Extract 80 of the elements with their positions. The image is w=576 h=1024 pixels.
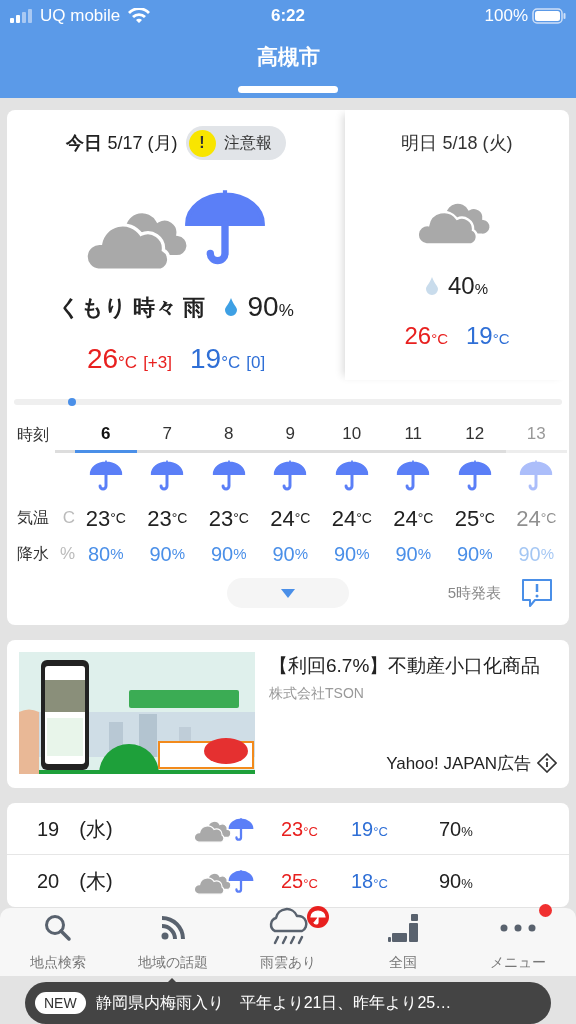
high-temp: 23°C [281,816,319,842]
umbrella-icon [150,458,185,492]
precip-cell-text: 90% [210,542,247,567]
city-title: 高槻市 [256,43,320,70]
ad-advertiser: 株式会社TSON [269,684,365,703]
wifi-icon [128,8,151,24]
hour-tab[interactable]: 10 [321,417,383,453]
umbrella-icon [211,458,246,492]
low-temp-diff: [0] [246,352,266,374]
precip-chance: 90% [438,869,473,894]
search-icon [43,914,72,942]
precip-chance: 40% [447,271,488,301]
umbrella-icon [228,815,254,842]
high-temp: 26°C [86,342,138,376]
temp-cell-text: C [62,507,75,530]
feedback-icon[interactable] [521,578,553,608]
ad-sponsor: Yahoo! JAPAN広告 [386,752,531,775]
umbrella-icon [273,458,308,492]
hour-tab[interactable]: 7 [136,417,198,453]
hour-tab[interactable]: 11 [382,417,444,453]
precip-cell-text: 80% [87,542,124,567]
tomorrow-date: 明日 5/18 (火) [401,132,513,155]
battery-icon [532,8,566,24]
precip-cell-text: 90% [518,542,555,567]
news-headline: 静岡県内梅雨入り 平年より21日、昨年より25… [95,993,452,1013]
row-label: 時刻 [17,425,50,445]
more-icon [500,924,537,932]
low-temp: 19°C [466,321,510,351]
weather-condition: くもり 時々 雨 [58,293,206,322]
high-temp: 25°C [281,869,319,894]
raindrop-icon [425,277,438,295]
precip-chance: 70% [438,816,473,842]
battery-percent: 100% [484,5,528,28]
precip-cell-text: 90% [272,542,309,567]
hour-tab[interactable]: 12 [444,417,506,453]
nav-tab[interactable]: 全国 [345,908,461,979]
signal-icon [10,9,34,23]
caret-down-icon [281,588,295,598]
precip-cell-text: % [59,543,75,566]
hour-tab[interactable]: 8 [198,417,260,453]
info-icon[interactable] [537,753,557,774]
today-date: 今日 5/17 (月) [66,131,178,155]
warning-badge[interactable]: ! 注意報 [185,126,286,160]
low-temp: 19°C [351,816,389,842]
row-label: 降水 [17,544,50,564]
low-temp: 18°C [351,869,389,894]
high-temp: 26°C [404,321,448,351]
new-tag: NEW [35,992,86,1014]
issued-time: 5時発表 [447,582,501,603]
row-label: 気温 [17,508,50,528]
clock-time: 6:22 [271,5,305,28]
raindrop-icon [225,298,238,316]
hour-tab[interactable]: 9 [259,417,321,453]
daily-row[interactable]: 20 (木) 25°C 18°C 90% [7,855,569,907]
precip-chance: 90% [247,290,294,324]
umbrella-icon [334,458,369,492]
precip-cell-text: 90% [149,542,186,567]
precip-cell-text: 90% [333,542,370,567]
precip-cell-text: 90% [456,542,493,567]
umbrella-icon [396,458,431,492]
ad-card[interactable]: 【利回6.7%】不動産小口化商品 株式会社TSON Yahoo! JAPAN広告 [7,640,569,788]
feed-icon [159,915,186,941]
nav-tab[interactable]: 地域の話題 [115,908,231,979]
carrier-name: UQ mobile [40,5,121,28]
day-date: 19 (水) [36,816,114,842]
nav-tab[interactable]: 地点検索 [0,908,116,979]
hour-tab[interactable]: 6 [75,417,137,453]
high-temp-diff: [+3] [143,352,172,374]
news-ticker[interactable]: NEW 静岡県内梅雨入り 平年より21日、昨年より25… [25,982,551,1024]
umbrella-icon [457,458,492,492]
daily-row[interactable]: 19 (水) 23°C 19°C 70% [7,803,569,855]
umbrella-icon [519,458,554,492]
umbrella-icon [228,868,254,894]
precip-cell-text: 90% [395,542,432,567]
scroll-thumb[interactable] [68,398,76,406]
day-date: 20 (木) [36,869,114,894]
low-temp: 19°C [189,342,241,376]
umbrella-icon [88,458,123,492]
ad-title: 【利回6.7%】不動産小口化商品 [269,654,542,678]
japan-map-icon [388,913,419,943]
